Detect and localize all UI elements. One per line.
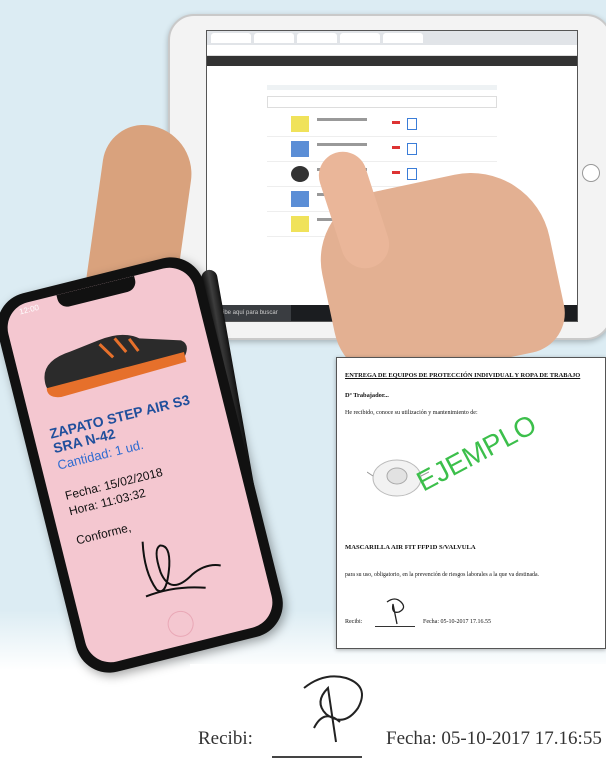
product-thumbnail	[291, 191, 309, 207]
zoom-signature	[303, 675, 363, 743]
app-header-bar	[207, 56, 577, 66]
product-thumbnail	[291, 166, 309, 182]
signature-line	[375, 626, 415, 627]
content-row	[267, 85, 497, 90]
watermark-ejemplo: EJEMPLO	[411, 408, 542, 498]
signature-image	[141, 541, 221, 598]
product-price	[392, 146, 400, 149]
product-price	[392, 121, 400, 124]
zoom-recibi-label: Recibi:	[198, 728, 253, 749]
document-header: ENTREGA DE EQUIPOS DE PROTECCIÓN INDIVID…	[345, 372, 581, 379]
address-bar	[207, 45, 577, 56]
received-text: He recibido, conoce su utilización y man…	[345, 410, 478, 416]
zoomed-signature-strip: Recibi: Fecha: 05-10-2017 17.16:55	[190, 664, 606, 784]
product-text	[317, 118, 367, 121]
product-price	[392, 171, 400, 174]
product-thumbnail	[291, 116, 309, 132]
tablet-home-button	[582, 164, 600, 182]
zoom-signature-line	[272, 756, 362, 758]
recibi-label: Recibi:	[345, 619, 363, 625]
delivery-document: ENTREGA DE EQUIPOS DE PROTECCIÓN INDIVID…	[336, 357, 606, 649]
list-item	[267, 112, 497, 137]
zoom-date: Fecha: 05-10-2017 17.16:55	[386, 728, 602, 749]
phone-home-indicator	[164, 608, 197, 640]
document-date: Fecha: 05-10-2017 17.16.55	[423, 619, 491, 625]
product-thumbnail	[291, 141, 309, 157]
document-icon	[407, 168, 417, 180]
browser-tab	[297, 33, 337, 43]
document-icon	[407, 143, 417, 155]
browser-tab-strip	[207, 31, 577, 45]
browser-tab	[254, 33, 294, 43]
document-product: MASCARILLA AIR FIT FFP1D S/VALVULA	[345, 544, 476, 551]
document-signature	[386, 598, 405, 625]
phone-notch	[56, 275, 138, 309]
browser-tab	[211, 33, 251, 43]
list-item	[267, 137, 497, 162]
worker-label: Dº Trabajador...	[345, 392, 389, 399]
status-time: 12:00	[18, 302, 40, 317]
browser-tab	[383, 33, 423, 43]
usage-text: para su uso, obligatorio, en la prevenci…	[345, 572, 539, 578]
browser-tab	[340, 33, 380, 43]
document-icon	[407, 118, 417, 130]
filter-bar	[267, 96, 497, 108]
product-thumbnail	[291, 216, 309, 232]
product-text	[317, 143, 367, 146]
